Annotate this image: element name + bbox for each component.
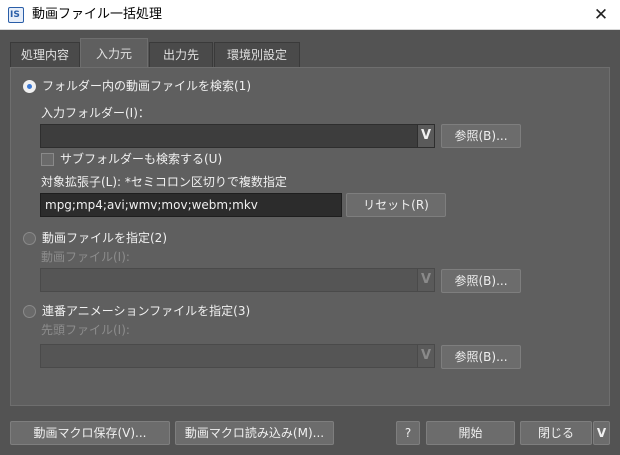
batch-process-window: IS 動画ファイル一括処理 ✕ 処理内容 入力元 出力先 環境別設定 フォルダー… bbox=[0, 0, 620, 455]
title-bar: IS 動画ファイル一括処理 ✕ bbox=[0, 0, 620, 30]
folder-search-radio[interactable] bbox=[23, 80, 36, 93]
first-file-combo[interactable] bbox=[40, 344, 418, 368]
video-file-label: 動画ファイル(I): bbox=[41, 250, 130, 264]
video-file-radio[interactable] bbox=[23, 232, 36, 245]
tab-environment-settings[interactable]: 環境別設定 bbox=[214, 42, 300, 68]
extension-label: 対象拡張子(L): *セミコロン区切りで複数指定 bbox=[41, 175, 287, 189]
load-macro-button[interactable]: 動画マクロ読み込み(M)... bbox=[175, 421, 334, 445]
subfolder-checkbox[interactable] bbox=[41, 153, 54, 166]
window-title: 動画ファイル一括処理 bbox=[32, 7, 163, 22]
input-folder-dropdown-button[interactable]: V bbox=[417, 124, 435, 148]
save-macro-button[interactable]: 動画マクロ保存(V)... bbox=[10, 421, 170, 445]
input-source-panel: フォルダー内の動画ファイルを検索(1) 入力フォルダー(I)： V 参照(B).… bbox=[10, 67, 610, 406]
folder-search-option-label: フォルダー内の動画ファイルを検索(1) bbox=[42, 79, 251, 93]
input-folder-browse-button[interactable]: 参照(B)... bbox=[441, 124, 521, 148]
close-icon[interactable]: ✕ bbox=[588, 3, 614, 27]
input-folder-combo[interactable] bbox=[40, 124, 418, 148]
app-icon-label: IS bbox=[10, 10, 20, 20]
tab-processing[interactable]: 処理内容 bbox=[10, 42, 80, 68]
video-file-dropdown-button[interactable]: V bbox=[417, 268, 435, 292]
first-file-dropdown-button[interactable]: V bbox=[417, 344, 435, 368]
close-button[interactable]: 閉じる bbox=[520, 421, 592, 445]
subfolder-checkbox-label: サブフォルダーも検索する(U) bbox=[60, 152, 223, 166]
reset-button[interactable]: リセット(R) bbox=[346, 193, 446, 217]
start-button[interactable]: 開始 bbox=[426, 421, 515, 445]
video-file-option-label: 動画ファイルを指定(2) bbox=[42, 231, 167, 245]
video-file-combo[interactable] bbox=[40, 268, 418, 292]
sequence-file-radio[interactable] bbox=[23, 305, 36, 318]
sequence-file-option-label: 連番アニメーションファイルを指定(3) bbox=[42, 304, 251, 318]
tab-input-source[interactable]: 入力元 bbox=[80, 38, 148, 68]
input-folder-label: 入力フォルダー(I)： bbox=[41, 106, 150, 120]
extension-input[interactable]: mpg;mp4;avi;wmv;mov;webm;mkv bbox=[40, 193, 342, 217]
first-file-browse-button[interactable]: 参照(B)... bbox=[441, 345, 521, 369]
help-button[interactable]: ? bbox=[396, 421, 420, 445]
close-options-button[interactable]: V bbox=[593, 421, 610, 445]
app-icon: IS bbox=[8, 7, 24, 23]
first-file-label: 先頭ファイル(I): bbox=[41, 323, 130, 337]
tab-output[interactable]: 出力先 bbox=[149, 42, 213, 68]
video-file-browse-button[interactable]: 参照(B)... bbox=[441, 269, 521, 293]
